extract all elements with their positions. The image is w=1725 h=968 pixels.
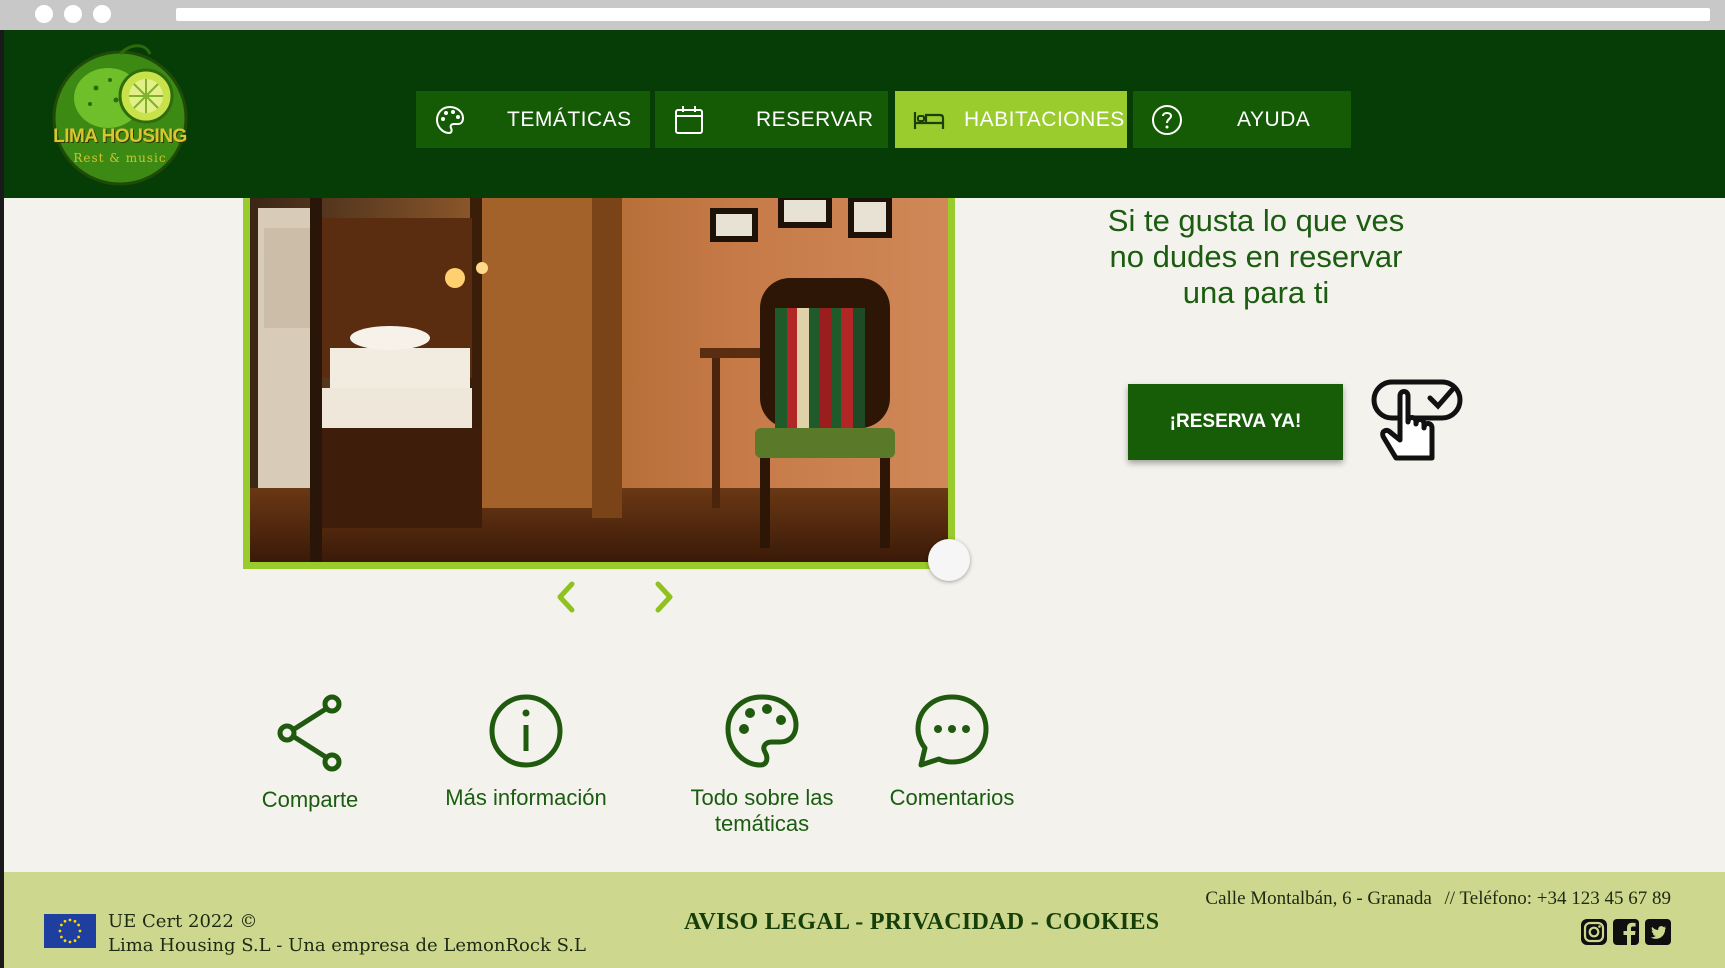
nav-tematicas-button[interactable]: TEMÁTICAS (416, 91, 650, 148)
site-footer: UE Cert 2022 © Lima Housing S.L - Una em… (4, 872, 1725, 968)
eu-flag-icon (44, 914, 96, 948)
gallery-frame (243, 198, 955, 569)
footer-address: Calle Montalbán, 6 - Granada (1205, 888, 1432, 909)
cookies-link[interactable]: COOKIES (1045, 909, 1159, 935)
share-action[interactable]: Comparte (252, 693, 368, 813)
nav-tematicas-label: TEMÁTICAS (507, 108, 632, 131)
comments-label: Comentarios (889, 785, 1015, 810)
window-maximize-dot[interactable] (93, 5, 111, 23)
gallery-prev-button[interactable] (552, 578, 582, 616)
reserve-now-button[interactable]: ¡RESERVA YA! (1128, 384, 1343, 460)
bed-icon (913, 112, 945, 129)
all-themes-label: Todo sobre las temáticas (690, 785, 834, 836)
footer-phone: Teléfono: +34 123 45 67 89 (1459, 888, 1672, 909)
address-bar[interactable] (176, 8, 1710, 21)
footer-legal-links: AVISO LEGAL - PRIVACIDAD - COOKIES (684, 909, 1159, 936)
more-info-action[interactable]: Más información (436, 693, 616, 811)
nav-ayuda-button[interactable]: AYUDA (1133, 91, 1351, 148)
footer-company: Lima Housing S.L - Una empresa de LemonR… (108, 935, 586, 956)
nav-reservar-label: RESERVAR (756, 108, 874, 131)
facebook-icon[interactable] (1612, 918, 1640, 946)
window-minimize-dot[interactable] (64, 5, 82, 23)
palette-icon (725, 694, 799, 768)
promo-text: Si te gusta lo que ves no dudes en reser… (1070, 203, 1442, 311)
footer-contact: Calle Montalbán, 6 - Granada // Teléfono… (1205, 888, 1671, 910)
help-circle-icon (1152, 105, 1182, 135)
all-themes-action[interactable]: Todo sobre las temáticas (678, 693, 846, 837)
comments-action[interactable]: Comentarios (882, 693, 1022, 811)
twitter-icon[interactable] (1644, 918, 1672, 946)
tap-check-icon (1371, 379, 1463, 461)
footer-phone-separator: // (1444, 888, 1456, 909)
calendar-icon (675, 106, 703, 134)
share-label: Comparte (261, 787, 359, 812)
logo-wordmark: LIMA HOUSING (53, 126, 187, 147)
promo-line-1: Si te gusta lo que ves (1107, 203, 1405, 238)
lime-logo-icon (52, 44, 188, 186)
footer-company-info: UE Cert 2022 © Lima Housing S.L - Una em… (108, 910, 586, 958)
footer-separator: - (1024, 909, 1046, 935)
logo-tagline: Rest & music (73, 151, 167, 165)
footer-separator: - (848, 909, 870, 935)
aviso-legal-link[interactable]: AVISO LEGAL (684, 909, 849, 935)
gallery-next-button[interactable] (648, 578, 678, 616)
chevron-right-icon (655, 581, 673, 613)
nav-habitaciones-label: HABITACIONES (964, 108, 1125, 131)
nav-ayuda-label: AYUDA (1237, 108, 1311, 131)
chat-bubble-icon (915, 694, 989, 768)
privacidad-link[interactable]: PRIVACIDAD (870, 909, 1025, 935)
lima-housing-logo[interactable]: LIMA HOUSING Rest & music (46, 38, 194, 198)
promo-line-2: no dudes en reservar (1109, 239, 1403, 274)
more-info-label: Más información (445, 785, 607, 810)
nav-reservar-button[interactable]: RESERVAR (655, 91, 888, 148)
room-photo (250, 198, 948, 562)
nav-habitaciones-button[interactable]: HABITACIONES (895, 91, 1127, 148)
share-icon (277, 694, 342, 772)
footer-cert: UE Cert 2022 © (108, 911, 258, 932)
site-header: LIMA HOUSING Rest & music TEMÁTICAS RESE… (4, 30, 1725, 198)
browser-chrome (0, 0, 1725, 30)
slider-handle[interactable] (928, 539, 970, 581)
promo-line-3: una para ti (1182, 275, 1330, 310)
chevron-left-icon (557, 581, 575, 613)
info-icon (489, 694, 563, 768)
palette-icon (435, 105, 465, 135)
instagram-icon[interactable] (1580, 918, 1608, 946)
window-close-dot[interactable] (35, 5, 53, 23)
